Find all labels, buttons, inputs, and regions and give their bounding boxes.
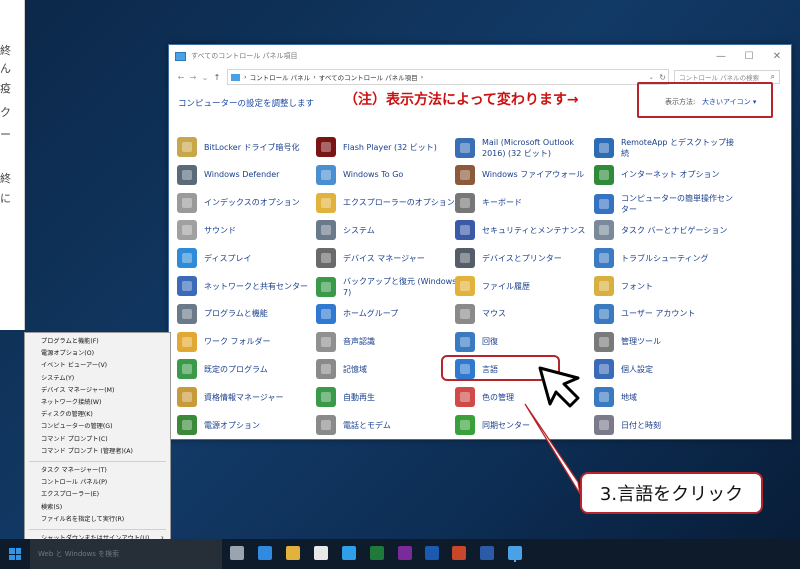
internet-explorer-icon[interactable] <box>342 546 356 560</box>
onenote-icon[interactable] <box>398 546 412 560</box>
context-menu-item[interactable]: エクスプローラー(E) <box>41 489 99 501</box>
context-menu-item[interactable]: タスク マネージャー(T) <box>41 465 107 477</box>
outlook-icon[interactable] <box>425 546 439 560</box>
file-explorer-icon[interactable] <box>286 546 300 560</box>
store-icon[interactable] <box>314 546 328 560</box>
menu-separator <box>29 461 166 462</box>
word-icon[interactable] <box>480 546 494 560</box>
windows-logo-icon <box>9 548 21 560</box>
mouse-cursor-icon <box>538 366 580 408</box>
context-menu-item[interactable]: コントロール パネル(P) <box>41 477 107 489</box>
context-menu-item[interactable]: イベント ビューアー(V) <box>41 360 107 372</box>
excel-icon[interactable] <box>370 546 384 560</box>
taskbar-search-input[interactable]: Web と Windows を検索 <box>30 539 222 569</box>
context-menu-item[interactable]: コンピューターの管理(G) <box>41 421 113 433</box>
context-menu-item[interactable]: プログラムと機能(F) <box>41 336 99 348</box>
context-menu-item[interactable]: ファイル名を指定して実行(R) <box>41 514 124 526</box>
winx-context-menu: プログラムと機能(F) 電源オプション(O) イベント ビューアー(V) システム(Y… <box>24 332 171 554</box>
taskbar-search-placeholder: Web と Windows を検索 <box>38 550 120 558</box>
context-menu-item[interactable]: システム(Y) <box>41 373 74 385</box>
powerpoint-icon[interactable] <box>452 546 466 560</box>
context-menu-item[interactable]: コマンド プロンプト(C) <box>41 434 108 446</box>
context-menu-item[interactable]: デバイス マネージャー(M) <box>41 385 114 397</box>
control-panel-icon[interactable] <box>508 546 522 560</box>
context-menu-item[interactable]: ディスクの管理(K) <box>41 409 93 421</box>
edge-icon[interactable] <box>258 546 272 560</box>
menu-separator <box>29 529 166 530</box>
taskbar: Web と Windows を検索 <box>0 539 800 569</box>
instruction-callout: 3.言語をクリック <box>580 472 763 514</box>
context-menu-item[interactable]: 電源オプション(O) <box>41 348 94 360</box>
context-menu-item[interactable]: コマンド プロンプト (管理者)(A) <box>41 446 133 458</box>
task-view-icon[interactable] <box>230 546 244 560</box>
context-menu-item[interactable]: 検索(S) <box>41 502 62 514</box>
start-button[interactable] <box>0 539 30 569</box>
context-menu-item[interactable]: ネットワーク接続(W) <box>41 397 101 409</box>
